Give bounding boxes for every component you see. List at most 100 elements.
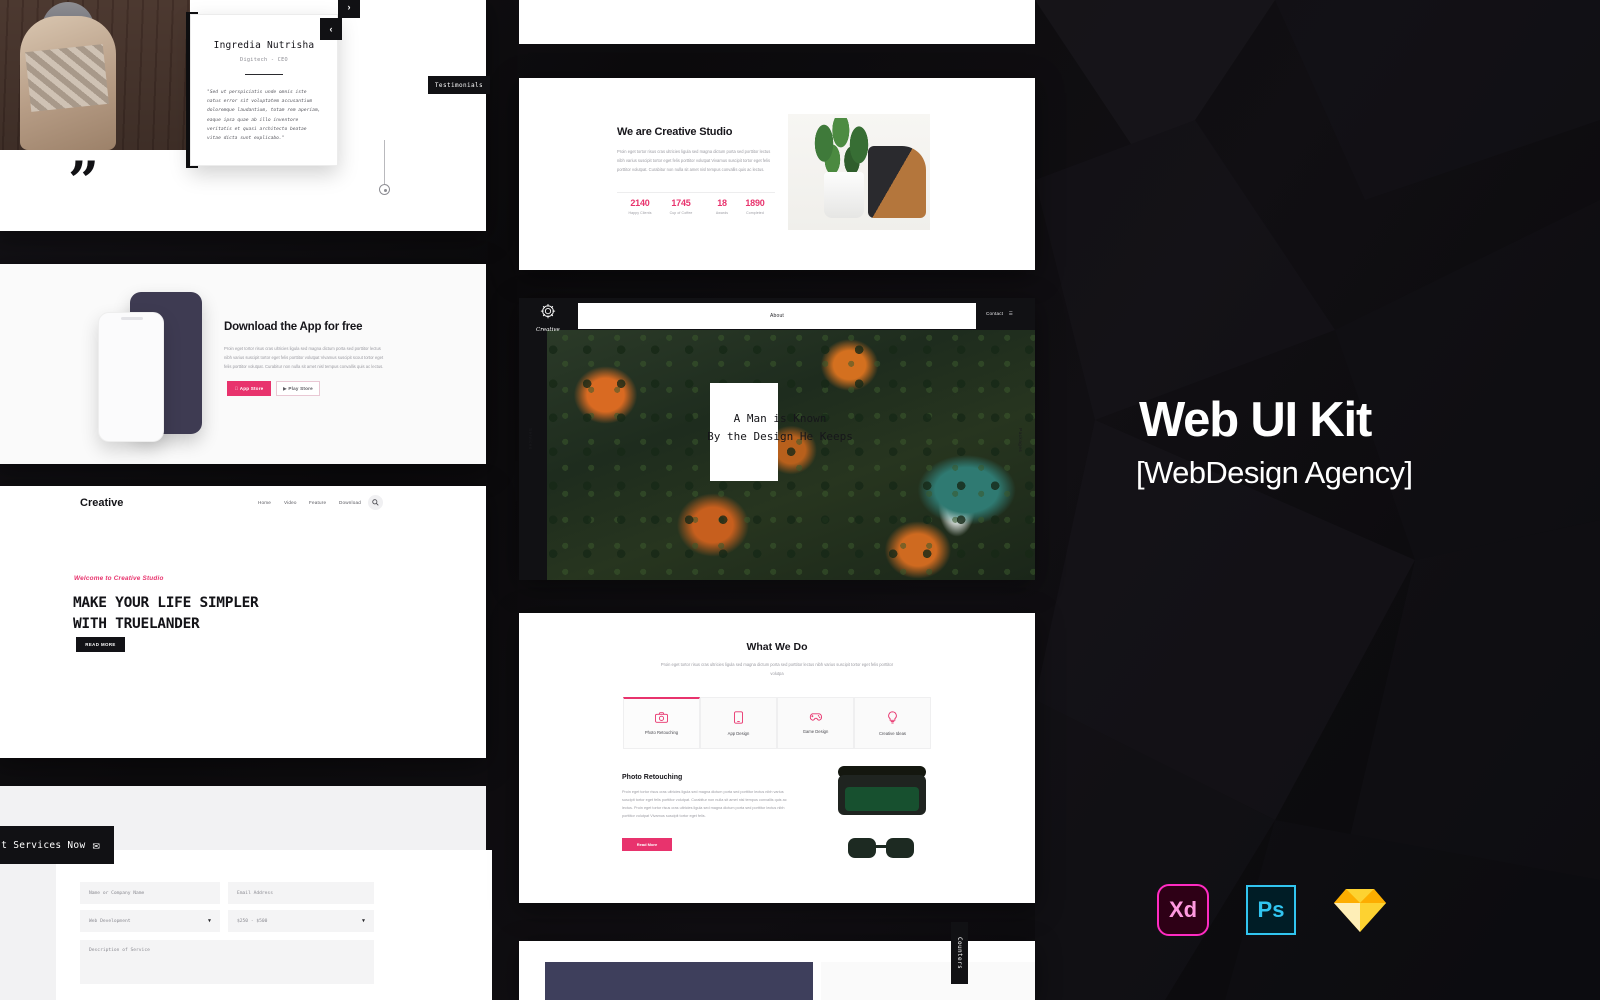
chevron-down-icon: ▼ xyxy=(361,918,365,924)
about-heading: We are Creative Studio xyxy=(617,126,733,138)
detail-body: Proin eget tortor risus cras ultricies l… xyxy=(622,790,787,818)
hero-nav-download[interactable]: Download xyxy=(339,500,361,505)
service-tab-label: App Design xyxy=(727,730,750,736)
plant-pot xyxy=(824,172,864,218)
menu-icon: ☰ xyxy=(1008,311,1014,316)
what-we-do-body: Proin eget tortor risus cras ultricies l… xyxy=(660,662,894,676)
testimonial-quote: "Sed ut perspiciatis unde omnis iste nat… xyxy=(207,90,321,141)
hero-nav-home[interactable]: Home xyxy=(258,500,271,505)
nav-about-item[interactable]: About xyxy=(578,303,976,329)
about-body: Proin eget tortor risus cras ultricies l… xyxy=(617,149,771,173)
hero-nav-feature[interactable]: Feature xyxy=(309,500,326,505)
stat-value: 2140 xyxy=(630,198,650,208)
format-icons: Xd Ps xyxy=(1157,884,1387,936)
budget-select[interactable]: $250 - $500 ▼ xyxy=(228,910,374,932)
envelope-icon: ✉ xyxy=(92,838,100,852)
nav-contact-item[interactable]: Contact ☰ xyxy=(986,311,1013,317)
tab-label-get-services: t Services Now ✉ xyxy=(0,826,114,864)
model-photo xyxy=(0,0,190,150)
phone-mockup-light xyxy=(98,312,164,442)
tab-label-testimonials: Testimonials xyxy=(428,76,490,94)
play-store-button[interactable]: ▶ Play Store xyxy=(276,381,320,396)
divider xyxy=(245,74,283,75)
quote-mark-icon: ” xyxy=(68,149,100,213)
scroll-indicator-dot[interactable] xyxy=(379,184,390,195)
page-subtitle: [WebDesign Agency] xyxy=(1136,455,1413,490)
lens-left xyxy=(848,838,876,858)
counters-dark-card xyxy=(545,962,813,1000)
what-we-do-heading: What We Do xyxy=(746,641,808,653)
camera-icon xyxy=(655,712,668,723)
about-divider xyxy=(617,192,775,193)
testimonial-card: Ingredia Nutrisha Digitech - CEO "Sed ut… xyxy=(190,14,338,166)
testimonial-name: Ingredia Nutrisha xyxy=(213,40,315,51)
polygon-texture xyxy=(1035,0,1600,1000)
app-panel-body: Proin eget tortor risus cras ultricies l… xyxy=(224,346,384,370)
lens-right xyxy=(886,838,914,858)
presentation-stage: Ingredia Nutrisha Digitech - CEO "Sed ut… xyxy=(0,0,1600,1000)
service-tab-app-design[interactable]: App Design xyxy=(700,697,777,749)
testimonial-prev-button[interactable]: ‹ xyxy=(320,18,342,40)
what-we-do-panel xyxy=(519,613,1035,903)
about-panel xyxy=(519,78,1035,270)
hero-logo[interactable]: Creative xyxy=(80,497,123,509)
forest-quote-line2: By the Design He Keeps xyxy=(707,430,853,444)
get-services-label: t Services Now xyxy=(1,839,86,851)
testimonial-next-button[interactable]: › xyxy=(338,0,360,18)
forest-quote: A Man is Known By the Design He Keeps xyxy=(640,410,920,447)
hero-nav-video[interactable]: Video xyxy=(284,500,297,505)
description-textarea[interactable]: Description of Service xyxy=(80,940,374,984)
hero-headline: MAKE YOUR LIFE SIMPLER WITH TRUELANDER xyxy=(73,593,259,634)
lightbulb-icon xyxy=(888,710,897,723)
gamepad-icon xyxy=(809,713,822,721)
plant-leaves xyxy=(810,118,880,174)
stat-cup-of-coffee: 1745 Cup of Coffee xyxy=(658,198,704,215)
ornament-icon xyxy=(540,304,555,319)
hero-headline-line2: WITH TRUELANDER xyxy=(73,615,200,632)
service-tab-creative-ideas[interactable]: Creative Ideas xyxy=(854,697,931,749)
service-tab-photo-retouching[interactable]: Photo Retouching xyxy=(623,697,700,749)
pricing-panel xyxy=(519,0,1035,44)
detail-read-more-button[interactable]: Read More xyxy=(622,838,672,851)
service-tab-label: Photo Retouching xyxy=(644,730,679,735)
nav-contact-label: Contact xyxy=(986,311,1004,316)
stat-label: Happy Clients xyxy=(628,211,652,215)
sketch-icon xyxy=(1333,886,1387,934)
testimonial-role: Digitech - CEO xyxy=(240,57,288,63)
chevron-down-icon: ▼ xyxy=(207,918,211,924)
name-field[interactable]: Name or Company Name xyxy=(80,882,220,904)
stat-label: Completed xyxy=(746,211,764,215)
scroll-indicator-line xyxy=(384,140,385,184)
forest-background-image xyxy=(547,330,1035,580)
app-store-label: App Store xyxy=(237,386,264,391)
forest-logo-label: Creative xyxy=(536,327,560,333)
hero-headline-line1: MAKE YOUR LIFE SIMPLER xyxy=(73,595,259,611)
counters-side-card xyxy=(821,962,1035,1000)
page-title: Web UI Kit xyxy=(1139,393,1372,447)
sunglasses-image xyxy=(848,838,914,860)
service-select-value: Web Development xyxy=(89,918,131,924)
app-store-button[interactable]:  App Store xyxy=(227,381,271,396)
service-tab-label: Game Design xyxy=(802,729,829,734)
detail-heading: Photo Retouching xyxy=(622,774,683,781)
tab-label-counters: Counters xyxy=(951,922,968,984)
side-label-packages: Packages xyxy=(1018,428,1023,453)
stat-value: 1745 xyxy=(671,198,691,208)
stat-completed: 1890 Completed xyxy=(727,198,783,215)
service-select[interactable]: Web Development ▼ xyxy=(80,910,220,932)
forest-quote-line1: A Man is Known xyxy=(733,412,827,425)
search-icon[interactable] xyxy=(368,495,383,510)
hero-welcome-text: Welcome to Creative Studio xyxy=(74,575,164,582)
play-store-label: Play Store xyxy=(288,386,313,391)
app-panel-heading: Download the App for free xyxy=(224,321,363,333)
service-tab-label: Creative Ideas xyxy=(879,730,906,736)
email-field[interactable]: Email Address xyxy=(228,882,374,904)
forest-logo[interactable]: Creative xyxy=(536,304,560,333)
hero-read-more-button[interactable]: READ MORE xyxy=(76,637,125,652)
side-label-services: Services xyxy=(528,428,533,450)
budget-select-value: $250 - $500 xyxy=(237,918,268,924)
service-tab-game-design[interactable]: Game Design xyxy=(777,697,854,749)
glasses-case xyxy=(838,775,926,815)
photo-scarf xyxy=(25,44,109,112)
photoshop-icon: Ps xyxy=(1246,885,1296,935)
